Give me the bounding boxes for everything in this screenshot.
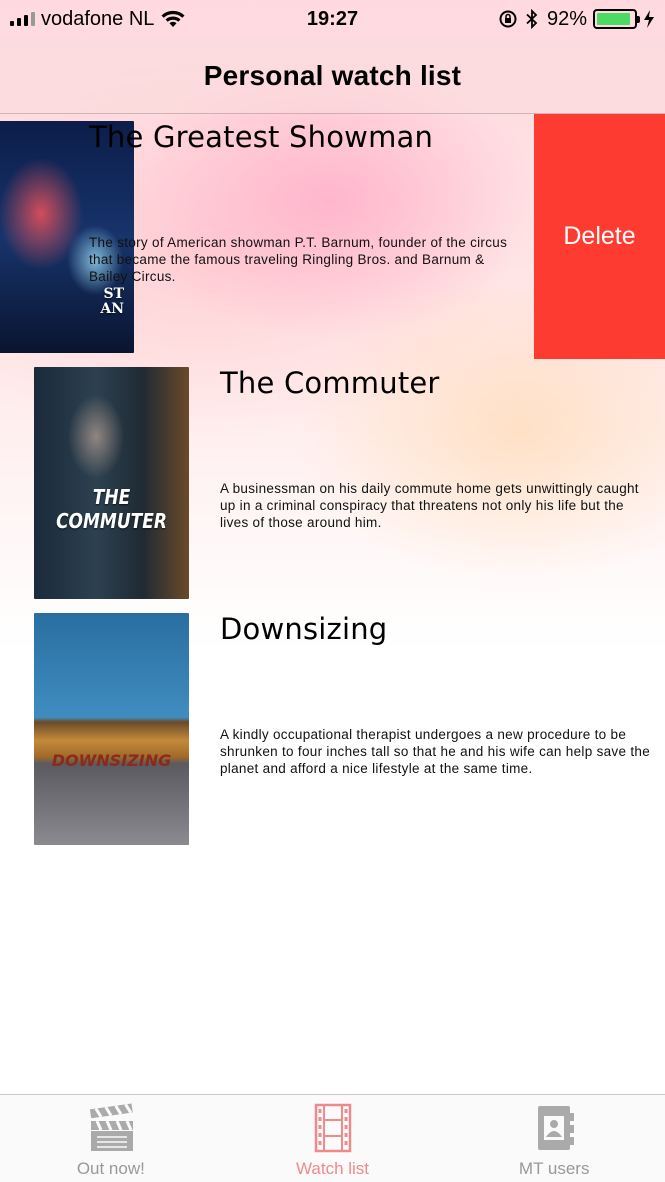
- bluetooth-icon: [526, 9, 538, 29]
- list-item[interactable]: DOWNSIZING Downsizing A kindly occupatio…: [0, 606, 665, 852]
- movie-poster: DOWNSIZING: [34, 613, 189, 845]
- movie-description: A kindly occupational therapist undergoe…: [220, 727, 651, 776]
- contacts-book-icon: [538, 1106, 575, 1150]
- status-bar: vodafone NL 19:27 92%: [0, 0, 665, 38]
- battery-percentage: 92%: [546, 7, 587, 30]
- list-item-content[interactable]: THE COMMUTER The Commuter A businessman …: [0, 360, 665, 606]
- tab-label: Watch list: [295, 1159, 370, 1178]
- tab-bar: Out now! Watch list MT users: [0, 1094, 665, 1182]
- tab-out-now[interactable]: Out now!: [0, 1095, 222, 1182]
- clapperboard-icon: [89, 1103, 133, 1151]
- tab-label: Out now!: [76, 1159, 145, 1178]
- list-item[interactable]: ST AN The Greatest Showman The story of …: [0, 114, 665, 360]
- rotation-lock-icon: [499, 10, 517, 28]
- film-strip-icon: [314, 1103, 351, 1153]
- movie-poster: THE COMMUTER: [34, 367, 189, 599]
- list-item[interactable]: THE COMMUTER The Commuter A businessman …: [0, 360, 665, 606]
- movie-title: The Commuter: [220, 366, 440, 400]
- battery-icon: [593, 9, 640, 29]
- movie-description: A businessman on his daily commute home …: [220, 481, 639, 530]
- list-item-content[interactable]: DOWNSIZING Downsizing A kindly occupatio…: [0, 606, 665, 852]
- poster-title-text: ST AN: [100, 286, 124, 317]
- movie-description: The story of American showman P.T. Barnu…: [89, 235, 508, 284]
- signal-strength-icon: [10, 12, 35, 26]
- page-title: Personal watch list: [203, 59, 462, 91]
- charging-bolt-icon: [644, 10, 654, 28]
- navigation-bar: Personal watch list: [0, 38, 665, 114]
- wifi-icon: [161, 10, 185, 27]
- list-item-content[interactable]: ST AN The Greatest Showman The story of …: [0, 114, 535, 360]
- movie-title: Downsizing: [220, 612, 388, 646]
- poster-title-text: THE COMMUTER: [56, 485, 167, 533]
- movie-title: The Greatest Showman: [89, 120, 434, 154]
- tab-watch-list[interactable]: Watch list: [222, 1095, 444, 1182]
- delete-button[interactable]: Delete: [534, 114, 665, 359]
- carrier-name: vodafone NL: [41, 7, 155, 30]
- tab-mt-users[interactable]: MT users: [443, 1095, 665, 1182]
- tab-label: MT users: [518, 1159, 590, 1178]
- poster-title-text: DOWNSIZING: [51, 751, 172, 770]
